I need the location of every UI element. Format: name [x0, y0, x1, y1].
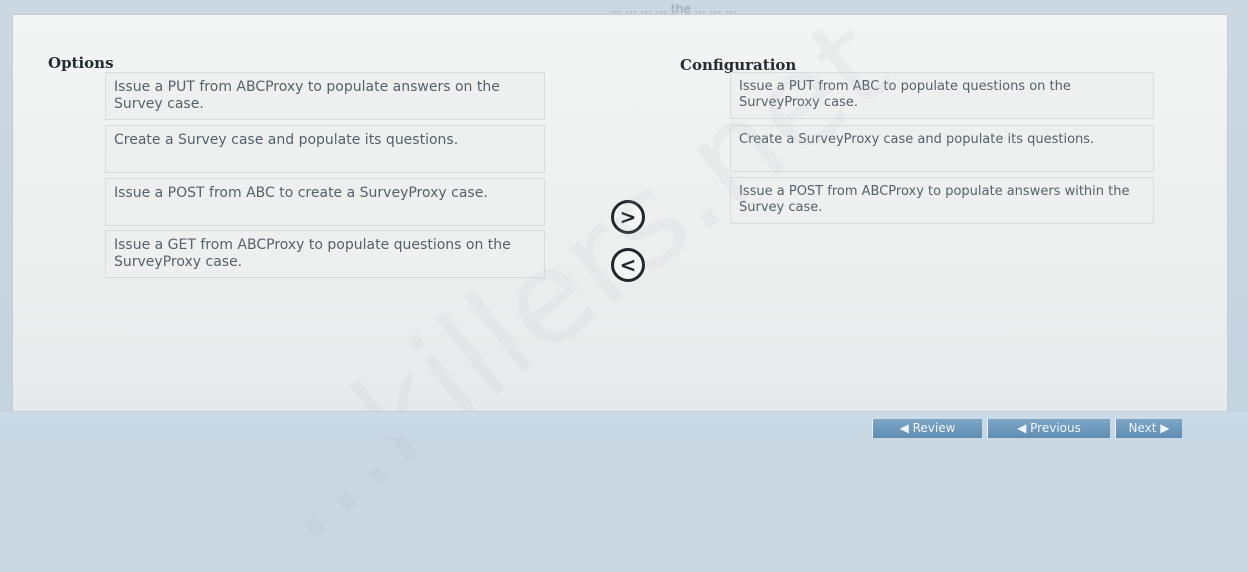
chevron-right-icon: > — [619, 205, 637, 229]
move-left-button[interactable]: < — [611, 248, 645, 282]
review-label: Review — [912, 421, 956, 435]
review-button[interactable]: ◀ Review — [872, 419, 982, 438]
option-item-put-answers[interactable]: Issue a PUT from ABCProxy to populate an… — [105, 72, 545, 120]
arrow-left-icon: ◀ — [899, 421, 913, 435]
option-item-get-questions[interactable]: Issue a GET from ABCProxy to populate qu… — [105, 230, 545, 278]
option-item-post-proxy[interactable]: Issue a POST from ABC to create a Survey… — [105, 178, 545, 226]
configuration-item-post-answers[interactable]: Issue a POST from ABCProxy to populate a… — [730, 177, 1154, 224]
next-button[interactable]: Next ▶ — [1115, 419, 1182, 438]
arrow-left-icon: ◀ — [1017, 421, 1031, 435]
drag-drop-panel: Options Configuration Issue a PUT from A… — [12, 0, 1228, 570]
option-item-create-survey[interactable]: Create a Survey case and populate its qu… — [105, 125, 545, 173]
configuration-item-put-questions[interactable]: Issue a PUT from ABC to populate questio… — [730, 72, 1154, 119]
chevron-left-icon: < — [619, 253, 637, 277]
screen-frame: ... ... ... ... the ... ... ... Options … — [0, 0, 1248, 570]
footer-bar: ◀ Review ◀ Previous Next ▶ — [0, 412, 1248, 438]
previous-label: Previous — [1030, 421, 1081, 435]
next-label: Next — [1128, 421, 1157, 435]
configuration-item-create-proxy[interactable]: Create a SurveyProxy case and populate i… — [730, 125, 1154, 172]
options-heading: Options — [48, 54, 114, 72]
previous-button[interactable]: ◀ Previous — [987, 419, 1110, 438]
move-right-button[interactable]: > — [611, 200, 645, 234]
arrow-right-icon: ▶ — [1156, 421, 1170, 435]
